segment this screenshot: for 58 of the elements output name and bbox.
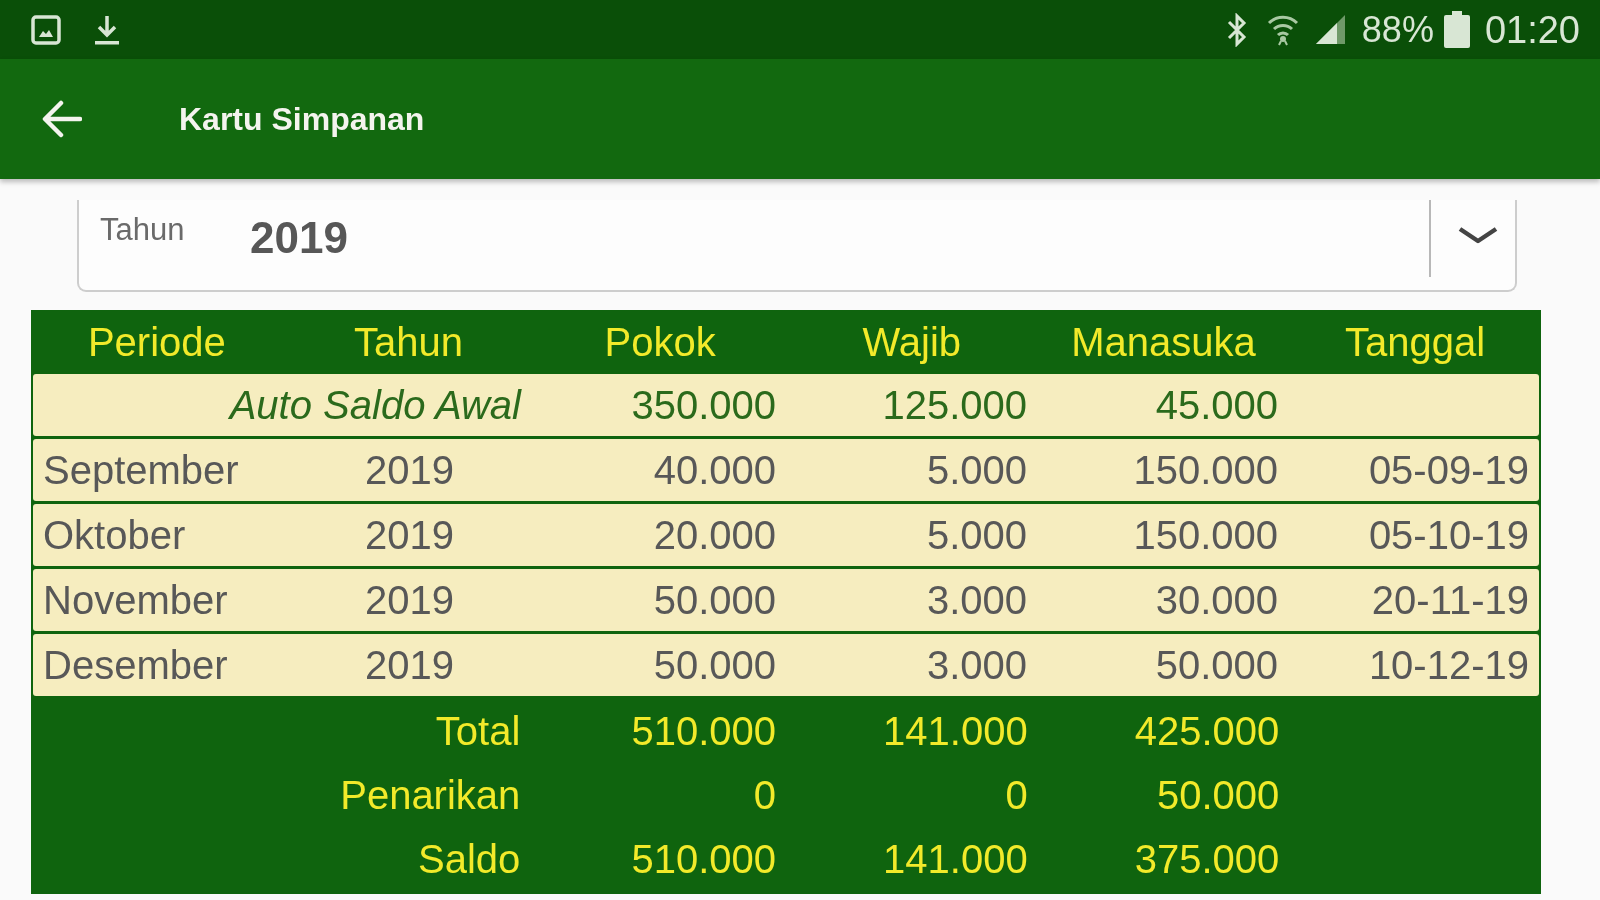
table-cell-text: 50.000: [652, 642, 777, 688]
table-cell-text: 5.000: [925, 512, 1028, 558]
battery-percentage: 88%: [1361, 9, 1434, 50]
clock-time: 01:20: [1484, 9, 1580, 50]
year-dropdown[interactable]: Tahun 2019: [77, 200, 1517, 292]
table-cell-text: 20.000: [652, 512, 777, 558]
table-cell-text: 2019: [364, 512, 455, 558]
table-cell-text: 45.000: [1154, 382, 1279, 428]
signal-icon: [1314, 14, 1346, 45]
screen-title: Kartu Simpanan: [179, 100, 425, 138]
column-header: Wajib: [861, 319, 963, 365]
table-cell-text: Oktober: [42, 512, 187, 558]
table-cell-text: 150.000: [1132, 512, 1279, 558]
field-label: Tahun: [100, 212, 186, 248]
summary-value: 425.000: [1133, 708, 1281, 754]
table-cell-text: 40.000: [652, 447, 777, 493]
table-cell-text: 125.000: [881, 382, 1028, 428]
summary-value: 0: [1004, 772, 1029, 818]
summary-label: Saldo: [417, 836, 522, 882]
summary-label: Total: [434, 708, 522, 754]
image-icon: [31, 14, 61, 45]
summary-value: 510.000: [630, 708, 777, 754]
summary-label: Penarikan: [339, 772, 522, 818]
table-cell-text: 3.000: [925, 577, 1028, 623]
table-cell-text: September: [42, 447, 240, 493]
download-icon: [94, 13, 120, 46]
table-cell-text: 150.000: [1132, 447, 1279, 493]
column-header: Tanggal: [1344, 319, 1487, 365]
table-cell-text: 05-10-19: [1367, 512, 1530, 558]
summary-value: 141.000: [882, 708, 1029, 754]
summary-value: 141.000: [882, 836, 1029, 882]
table-cell-text: November: [42, 577, 229, 623]
summary-value: 375.000: [1133, 836, 1281, 882]
table-cell-text: 2019: [364, 642, 455, 688]
table-cell-text: 10-12-19: [1367, 642, 1530, 688]
table-cell-text: 20-11-19: [1370, 577, 1530, 623]
back-arrow-icon[interactable]: [41, 100, 82, 138]
table-cell-text: 350.000: [630, 382, 777, 428]
table-cell-text: 5.000: [925, 447, 1028, 493]
table-cell-text: 2019: [364, 447, 455, 493]
column-header: Periode: [86, 319, 227, 365]
table-cell-text: 3.000: [925, 642, 1028, 688]
table-cell-text: Desember: [42, 642, 229, 688]
column-header: Tahun: [353, 319, 464, 365]
dropdown-value: 2019: [250, 213, 348, 263]
summary-value: 0: [752, 772, 777, 818]
table-cell-text: 2019: [364, 577, 455, 623]
table-cell-text: Auto Saldo Awal: [227, 382, 523, 428]
chevron-down-icon: [1457, 226, 1499, 244]
column-header: Pokok: [603, 319, 717, 365]
table-cell-text: 50.000: [1154, 642, 1279, 688]
table-cell-text: 05-09-19: [1367, 447, 1530, 493]
summary-value: 510.000: [630, 836, 777, 882]
summary-value: 50.000: [1156, 772, 1281, 818]
battery-icon: [1443, 11, 1470, 48]
column-header: Manasuka: [1070, 319, 1257, 365]
table-cell-text: 30.000: [1154, 577, 1279, 623]
table-cell-text: 50.000: [652, 577, 777, 623]
